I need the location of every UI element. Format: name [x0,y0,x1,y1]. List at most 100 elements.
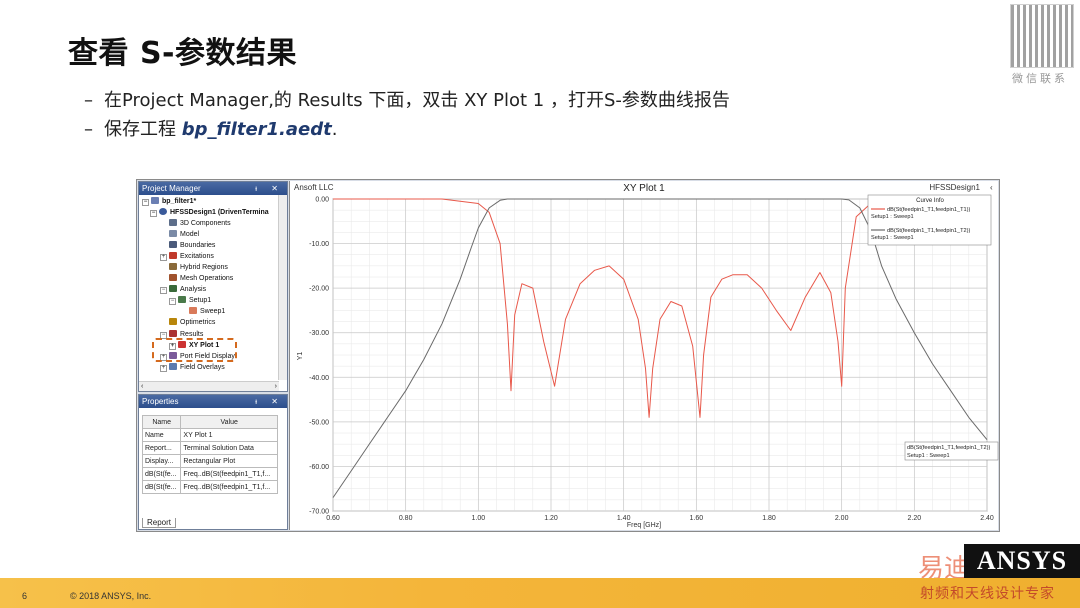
y-tick-label: 0.00 [315,197,329,204]
mesh-icon [169,274,177,281]
tree-item-label: HFSSDesign1 (DrivenTermina [170,209,269,216]
chart-title: XY Plot 1 [623,183,665,194]
table-row[interactable]: Name XY Plot 1 [141,428,278,442]
hybrid-icon [169,263,177,270]
properties-header: Properties ᵼ ✕ [139,395,287,408]
ansys-logo: ANSYS [964,544,1080,578]
tree-item-mesh-operations[interactable]: Mesh Operations [169,274,233,284]
table-row[interactable]: Display... Rectangular Plot [141,454,278,468]
tree-item-label: Optimetrics [180,319,216,326]
tree-item-hybrid-regions[interactable]: Hybrid Regions [169,263,228,273]
x-tick-label: 0.60 [326,515,340,522]
panel-controls[interactable]: ᵼ ✕ [255,395,284,408]
collapse-icon[interactable]: − [150,210,157,217]
x-tick-label: 2.20 [908,515,922,522]
tree-item-analysis[interactable]: − Analysis [160,285,206,295]
tree-item-setup1[interactable]: − Setup1 [169,296,211,306]
project-manager-panel: Project Manager ᵼ ✕ − bp_filter1* − HFSSDe… [138,181,288,392]
tree-item-optimetrics[interactable]: Optimetrics [169,318,215,328]
property-value[interactable]: Freq..dB(St(feedpin1_T1,f... [180,467,278,481]
table-row[interactable]: dB(St(fe... Freq..dB(St(feedpin1_T1,f... [141,480,278,494]
legend-title: Curve Info [916,198,944,204]
tree-item-design[interactable]: − HFSSDesign1 (DrivenTermina [150,208,269,218]
legend-item-s21: dB(St(feedpin1_T1,feedpin1_T2)) [887,228,970,234]
x-tick-label: 1.20 [544,515,558,522]
chart-grid [332,198,988,512]
x-tick-label: 0.80 [399,515,413,522]
y-tick-label: -20.00 [309,286,329,293]
tree-item-sweep1[interactable]: Sweep1 [189,307,225,317]
tree-item-label: Sweep1 [200,308,226,315]
plot-brand: Ansoft LLC [294,183,334,192]
y-tick-label: -50.00 [309,419,329,426]
excitations-icon [169,252,177,259]
expand-icon[interactable]: + [160,365,167,372]
properties-panel: Properties ᵼ ✕ Name Value Name XY Plot 1 … [138,394,288,530]
collapse-icon[interactable]: − [169,298,176,305]
tree-item-label: Hybrid Regions [180,264,228,271]
property-name: Name [141,428,182,442]
expand-icon[interactable]: + [160,254,167,261]
scroll-left-icon[interactable]: ‹ [139,383,143,390]
bullet-dash: – [84,90,93,111]
property-value[interactable]: XY Plot 1 [180,428,278,442]
wechat-label: 微信联系 [1012,72,1068,85]
legend-item-s11-sub: Setup1 : Sweep1 [871,214,914,220]
x-tick-label: 1.60 [690,515,704,522]
marker-label-name: dB(St(feedpin1_T1,feedpin1_T2)) [907,445,990,451]
property-value[interactable]: Terminal Solution Data [180,441,278,455]
hfss-screenshot: Project Manager ᵼ ✕ − bp_filter1* − HFSSDe… [136,179,1000,532]
property-value[interactable]: Freq..dB(St(feedpin1_T1,f... [180,480,278,494]
page-number: 6 [22,591,28,601]
tree-item-3d-components[interactable]: 3D Components [169,219,231,229]
table-row[interactable]: dB(St(fe... Freq..dB(St(feedpin1_T1,f... [141,467,278,481]
curve-info-legend[interactable]: Curve Info dB(St(feedpin1_T1,feedpin1_T1… [867,194,992,246]
fieldoverlay-icon [169,363,177,370]
tab-report[interactable]: Report [142,518,177,528]
legend-item-s21-sub: Setup1 : Sweep1 [871,235,914,241]
tree-item-label: Results [180,331,204,338]
tree-item-label: bp_filter1* [162,198,197,205]
slide-footer: 6 © 2018 ANSYS, Inc. [0,578,1080,608]
collapse-icon[interactable]: − [160,287,167,294]
property-name: Display... [141,454,182,468]
tree-item-project[interactable]: − bp_filter1* [142,197,196,207]
column-header: Name [141,415,182,429]
tree-item-model[interactable]: Model [169,230,199,240]
y-tick-label: -30.00 [309,330,329,337]
properties-title: Properties [142,397,179,406]
y-tick-label: -60.00 [309,464,329,471]
scroll-right-icon[interactable]: › [275,382,277,391]
vertical-scrollbar[interactable] [278,195,287,380]
y-tick-label: -70.00 [309,509,329,516]
bullet-text: 保存工程 [104,119,182,140]
project-manager-title: Project Manager [142,184,201,193]
curve-marker-label[interactable]: dB(St(feedpin1_T1,feedpin1_T2)) Setup1 :… [904,441,999,461]
analysis-icon [169,285,177,292]
collapse-icon[interactable]: − [142,199,149,206]
sweep-icon [189,307,197,314]
tree-item-label: Boundaries [180,242,216,249]
property-name: dB(St(fe... [141,480,182,494]
tree-item-label: Model [180,231,200,238]
panel-controls[interactable]: ᵼ ✕ [255,182,284,195]
x-tick-label: 1.40 [617,515,631,522]
tree-item-excitations[interactable]: + Excitations [160,252,214,262]
property-value[interactable]: Rectangular Plot [180,454,278,468]
tree-item-label: Setup1 [189,297,212,304]
table-row[interactable]: Report... Terminal Solution Data [141,441,278,455]
x-tick-label: 1.80 [762,515,776,522]
tree-item-label: Analysis [180,286,207,293]
xy-plot-window[interactable]: Ansoft LLC XY Plot 1 HFSSDesign1 ‹ 0.60 0… [289,181,999,530]
legend-item-s11: dB(St(feedpin1_T1,feedpin1_T1)) [887,207,970,213]
horizontal-scrollbar[interactable]: ‹ › [139,381,279,391]
optimetrics-icon [169,318,177,325]
results-icon [169,330,177,337]
bullet-save: – 保存工程 bp_filter1.aedt. [84,115,337,141]
highlight-box [152,338,237,362]
plot-menu-icon[interactable]: ‹ [990,183,993,192]
tree-item-field-overlays[interactable]: + Field Overlays [160,363,225,373]
tree-item-boundaries[interactable]: Boundaries [169,241,215,251]
components-icon [169,219,177,226]
s-parameter-chart[interactable]: Ansoft LLC XY Plot 1 HFSSDesign1 ‹ 0.60 0… [290,181,999,530]
